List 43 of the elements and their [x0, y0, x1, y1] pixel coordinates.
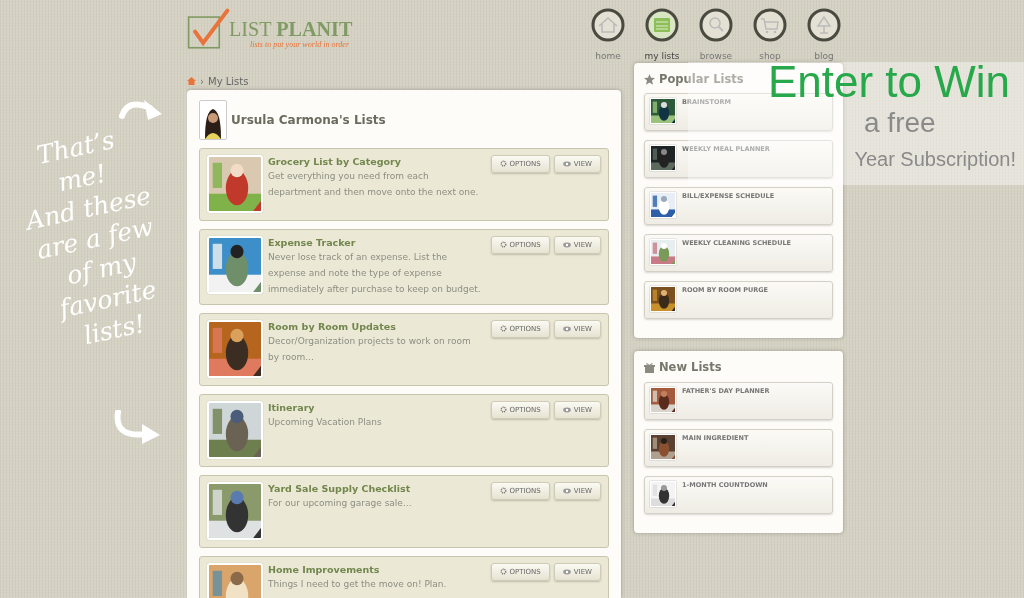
- home-icon[interactable]: [187, 77, 196, 85]
- handwritten-note: That’s me! And these are a few of my favorite lists!: [22, 124, 160, 353]
- eye-icon: [562, 569, 571, 575]
- eye-icon: [562, 326, 571, 332]
- eye-icon: [562, 488, 571, 494]
- nav-item[interactable]: my lists: [639, 8, 685, 64]
- list-description: Upcoming Vacation Plans: [268, 416, 383, 429]
- list-icon: [645, 8, 679, 42]
- eye-icon: [562, 242, 571, 248]
- panel-title: New Lists: [659, 359, 722, 377]
- list-title[interactable]: Yard Sale Supply Checklist: [268, 482, 484, 495]
- star-icon: [644, 74, 655, 86]
- eye-icon: [562, 407, 571, 413]
- gear-icon: [499, 241, 507, 248]
- profile-title: Ursula Carmona's Lists: [231, 112, 386, 129]
- promo-text: a free: [864, 106, 936, 140]
- gear-icon: [499, 568, 507, 575]
- lamp-icon: [807, 8, 841, 42]
- breadcrumb-separator: ›: [200, 74, 204, 89]
- list-title[interactable]: Grocery List by Category: [268, 155, 484, 168]
- gear-icon: [499, 325, 507, 332]
- list-title[interactable]: Itinerary: [268, 401, 484, 414]
- list-description: Decor/Organization projects to work on room by room...: [268, 335, 472, 364]
- nav-item[interactable]: home: [585, 8, 631, 64]
- cart-icon: [753, 8, 787, 42]
- breadcrumb-current: My Lists: [208, 74, 249, 89]
- list-description: Get everything you need from each department and then move onto the next one.: [268, 170, 480, 199]
- list-title[interactable]: Room by Room Updates: [268, 320, 484, 333]
- search-icon: [699, 8, 733, 42]
- list-description: For our upcoming garage sale...: [268, 497, 413, 510]
- gear-icon: [499, 487, 507, 494]
- eye-icon: [562, 161, 571, 167]
- list-title[interactable]: Home Improvements: [268, 563, 484, 576]
- gear-icon: [499, 406, 507, 413]
- panel-title: Popular Lists: [659, 71, 744, 88]
- gift-icon: [644, 362, 655, 374]
- house-icon: [591, 8, 625, 42]
- list-title[interactable]: Expense Tracker: [268, 236, 484, 249]
- nav-item[interactable]: browse: [693, 8, 739, 64]
- arrow-icon: [112, 410, 162, 446]
- list-description: Never lose track of an expense. List the expense and note the type of expense immediately after purchase to keep on budget.: [268, 251, 482, 296]
- gear-icon: [499, 160, 507, 167]
- promo-text: Year Subscription!: [854, 147, 1016, 172]
